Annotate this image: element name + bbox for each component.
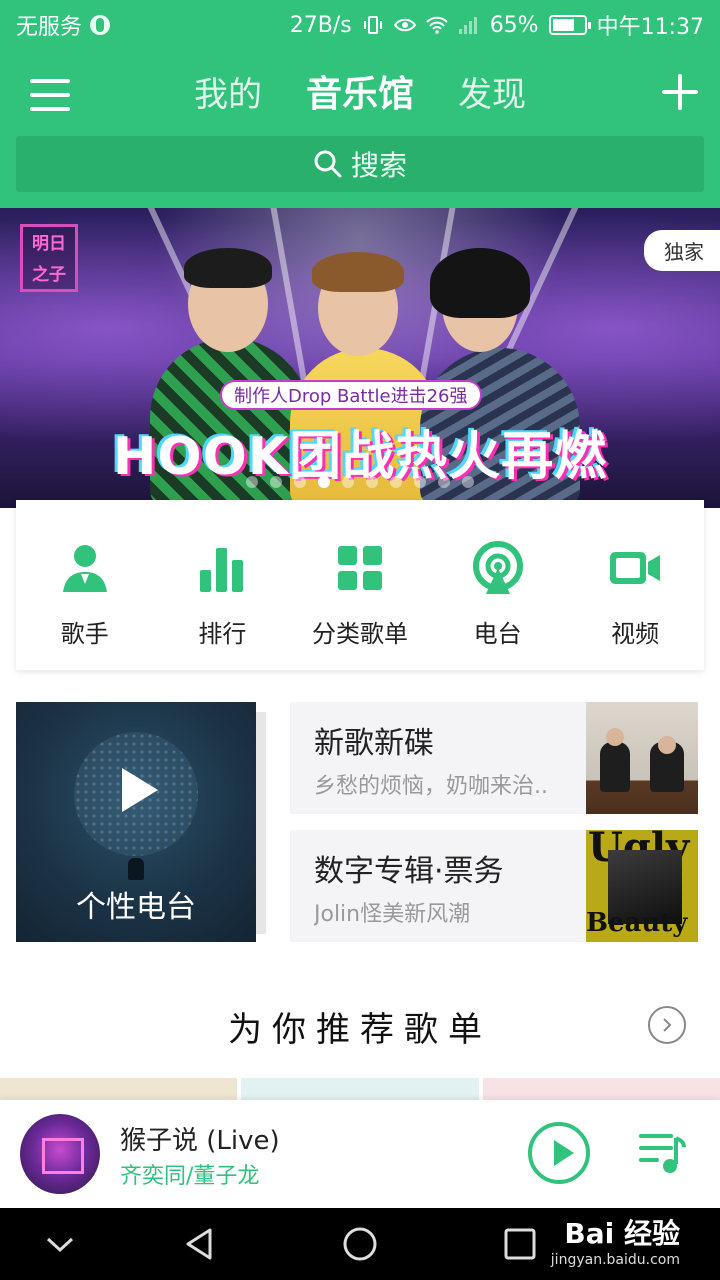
category-video[interactable]: 视频: [566, 500, 704, 670]
carousel-dot[interactable]: [246, 476, 258, 488]
category-playlists[interactable]: 分类歌单: [291, 500, 429, 670]
personal-radio-card[interactable]: 个性电台: [16, 702, 256, 942]
category-bar: 歌手 排行 分类歌单 电台 视频: [16, 500, 704, 670]
carousel-dot[interactable]: [414, 476, 426, 488]
search-bar[interactable]: 搜索: [16, 136, 704, 192]
search-label: 搜索: [350, 149, 407, 182]
nav-tabs: 我的 音乐馆 发现: [0, 70, 720, 120]
carousel-dot[interactable]: [342, 476, 354, 488]
video-icon: [610, 552, 661, 584]
carousel-dot[interactable]: [438, 476, 450, 488]
top-nav: 我的 音乐馆 发现 搜索: [0, 50, 720, 208]
now-playing-cover[interactable]: [20, 1114, 100, 1194]
recents-icon[interactable]: [500, 1224, 540, 1264]
grid-icon: [337, 546, 382, 590]
vibrate-icon: [363, 16, 382, 34]
radio-label: 个性电台: [76, 890, 196, 925]
promo-banner[interactable]: 明日之子 独家 制作人Drop Battle进击26强 HOOK团战热火再燃: [0, 208, 720, 508]
radio-icon: [472, 541, 523, 594]
clock: 中午11:37: [596, 15, 704, 40]
card-subtitle: 乡愁的烦恼，奶咖来治..: [314, 774, 548, 799]
tab-discover[interactable]: 发现: [458, 70, 526, 120]
carousel-dot[interactable]: [366, 476, 378, 488]
new-songs-card[interactable]: 新歌新碟 乡愁的烦恼，奶咖来治..: [290, 702, 698, 814]
exclusive-badge: 独家: [644, 230, 720, 271]
playlist-thumbnails: [0, 1078, 720, 1100]
song-artist: 齐奕同/董子龙: [120, 1164, 260, 1189]
home-icon[interactable]: [340, 1224, 380, 1264]
album-cover-image: Ugly Beauty: [586, 830, 698, 942]
card-title: 数字专辑·票务: [314, 854, 504, 889]
category-ranking[interactable]: 排行: [154, 500, 292, 670]
battery-icon: [548, 15, 591, 35]
digital-album-card[interactable]: 数字专辑·票务 Jolin怪美新风潮 Ugly Beauty: [290, 830, 698, 942]
tab-music-hall[interactable]: 音乐馆: [306, 70, 414, 120]
carousel-dot[interactable]: [270, 476, 282, 488]
banner-subtitle: 制作人Drop Battle进击26强: [220, 380, 482, 410]
carousel-dot[interactable]: [462, 476, 474, 488]
carousel-dot[interactable]: [294, 476, 306, 488]
category-singer[interactable]: 歌手: [16, 500, 154, 670]
signal-icon: [458, 17, 477, 34]
carousel-dot[interactable]: [390, 476, 402, 488]
playlist-thumb[interactable]: [482, 1078, 720, 1100]
category-radio[interactable]: 电台: [429, 500, 567, 670]
mini-player[interactable]: 猴子说 (Live) 齐奕同/董子龙: [0, 1100, 720, 1208]
carousel-dot[interactable]: [318, 476, 330, 488]
hide-keyboard-icon[interactable]: [40, 1224, 80, 1264]
show-logo: 明日之子: [20, 224, 78, 292]
carrier-label: 无服务: [16, 15, 83, 40]
back-icon[interactable]: [180, 1224, 220, 1264]
chevron-right-icon: [663, 1018, 672, 1032]
search-icon: [314, 150, 342, 178]
playlist-thumb[interactable]: [241, 1078, 479, 1100]
wifi-icon: [425, 16, 448, 34]
playlist-thumb[interactable]: [0, 1078, 238, 1100]
section-title: 为你推荐歌单: [228, 1010, 492, 1050]
system-nav-bar: Bai 经验 jingyan.baidu.com: [0, 1208, 720, 1280]
playlist-icon[interactable]: [638, 1130, 688, 1176]
card-title: 新歌新碟: [314, 726, 434, 761]
eye-icon: [393, 18, 416, 32]
add-icon[interactable]: [662, 74, 698, 110]
chart-bars-icon: [200, 548, 244, 592]
singer-icon: [62, 545, 107, 592]
tab-mine[interactable]: 我的: [194, 70, 262, 120]
battery-percent: 65%: [489, 12, 539, 38]
more-button[interactable]: [648, 1006, 686, 1044]
network-speed: 27B/s: [289, 12, 352, 38]
play-button[interactable]: [528, 1122, 590, 1184]
carousel-indicator: [0, 476, 720, 488]
play-icon: [122, 768, 158, 812]
song-title: 猴子说 (Live): [120, 1126, 280, 1156]
card-subtitle: Jolin怪美新风潮: [314, 902, 471, 927]
globe-icon: [90, 15, 111, 35]
album-cover-image: [586, 702, 698, 814]
status-bar: 无服务 27B/s 65% 中午11:37: [0, 0, 720, 50]
watermark: Bai 经验 jingyan.baidu.com: [550, 1217, 680, 1268]
